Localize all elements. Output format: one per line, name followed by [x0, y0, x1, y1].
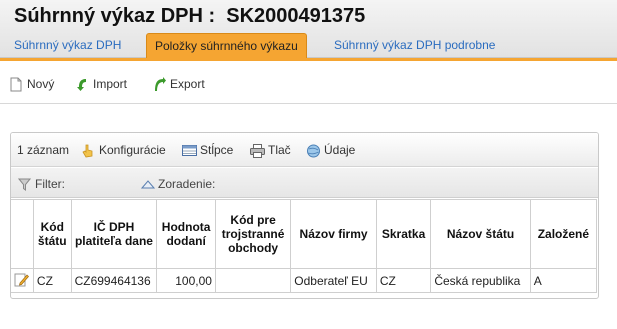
sort-triangle-icon	[140, 178, 156, 192]
filter-bar: Filter: Zoradenie:	[11, 168, 598, 198]
filter-label: Filter:	[35, 177, 65, 191]
tab-summary-report-detailed[interactable]: Súhrnný výkaz DPH podrobne	[334, 33, 495, 58]
table-cell: CZ	[32, 268, 72, 293]
configuration-button[interactable]: Konfigurácie	[81, 142, 166, 158]
tab-bar: Súhrnný výkaz DPH Položky súhrnného výka…	[0, 33, 617, 58]
export-button-label: Export	[170, 77, 205, 91]
tab-underline	[0, 58, 617, 61]
funnel-icon	[17, 178, 32, 192]
data-globe-icon	[306, 144, 321, 158]
column-header[interactable]: Názov štátu	[430, 199, 531, 269]
columns-label: Stĺpce	[200, 143, 234, 157]
grid-toolbar: 1 záznam Konfigurácie Stĺpce Tlač Údaje	[11, 133, 598, 167]
export-button[interactable]: Export	[153, 75, 205, 93]
sort-label: Zoradenie:	[158, 177, 216, 191]
sort-control[interactable]: Zoradenie:	[140, 176, 216, 192]
grid-panel: 1 záznam Konfigurácie Stĺpce Tlač Údaje	[10, 132, 599, 299]
table-cell	[214, 268, 292, 293]
column-header[interactable]: Kód štátu	[32, 199, 72, 269]
column-header[interactable]: IČ DPH platiteľa dane	[70, 199, 158, 269]
column-header[interactable]: Kód pre trojstranné obchody	[214, 199, 292, 269]
import-arrow-icon	[76, 77, 90, 93]
table-row[interactable]: CZ CZ699464136 100,00 Odberateľ EU CZ Če…	[11, 268, 598, 293]
items-table: Kód štátu IČ DPH platiteľa dane Hodnota …	[11, 199, 598, 293]
table-cell: CZ699464136	[70, 268, 158, 293]
print-label: Tlač	[268, 143, 291, 157]
column-header[interactable]: Skratka	[375, 199, 432, 269]
data-label: Údaje	[324, 143, 356, 157]
table-cell: 100,00	[156, 268, 216, 293]
new-button[interactable]: Nový	[10, 75, 54, 93]
edit-cell[interactable]	[11, 268, 34, 293]
import-button[interactable]: Import	[76, 75, 127, 93]
edit-pencil-icon[interactable]	[14, 273, 29, 290]
table-cell: CZ	[375, 268, 432, 293]
page-header: Súhrnný výkaz DPH : SK2000491375 Súhrnný…	[0, 0, 617, 58]
configuration-label: Konfigurácie	[99, 143, 166, 157]
column-header[interactable]: Názov firmy	[290, 199, 377, 269]
columns-icon	[182, 144, 197, 158]
column-header[interactable]: Založené	[529, 199, 598, 269]
record-count: 1 záznam	[17, 143, 70, 157]
columns-button[interactable]: Stĺpce	[182, 142, 233, 158]
table-cell: A	[529, 268, 598, 293]
column-header[interactable]: Hodnota dodaní	[156, 199, 216, 269]
page-title: Súhrnný výkaz DPH : SK2000491375	[14, 5, 366, 27]
table-header-row: Kód štátu IČ DPH platiteľa dane Hodnota …	[11, 199, 598, 269]
column-header-edit	[11, 199, 34, 269]
data-button[interactable]: Údaje	[306, 142, 355, 158]
tab-summary-report[interactable]: Súhrnný výkaz DPH	[14, 33, 121, 58]
import-button-label: Import	[93, 77, 128, 91]
tab-report-items[interactable]: Položky súhrnného výkazu	[146, 33, 307, 58]
filter-control[interactable]: Filter:	[17, 176, 65, 192]
table-cell: Česká republika	[430, 268, 531, 293]
export-arrow-icon	[153, 76, 167, 93]
new-button-label: Nový	[27, 77, 55, 91]
printer-icon	[250, 143, 265, 158]
action-toolbar: Nový Import Export	[0, 62, 617, 104]
hand-pointer-icon	[81, 144, 96, 158]
table-cell: Odberateľ EU	[290, 268, 377, 293]
print-button[interactable]: Tlač	[250, 142, 291, 158]
new-document-icon	[10, 77, 24, 93]
